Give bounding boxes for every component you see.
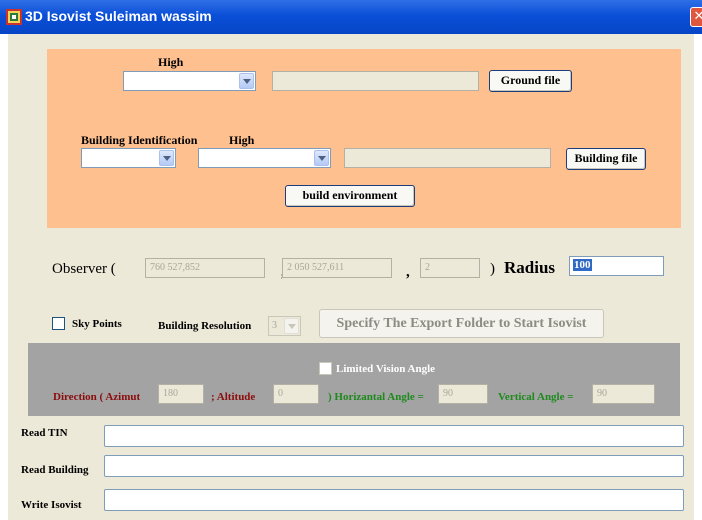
radius-label: Radius — [504, 258, 556, 277]
chevron-down-icon[interactable] — [314, 150, 329, 166]
radius-value: 100 — [573, 259, 592, 271]
limited-vision-label: Limited Vision Angle — [336, 363, 436, 375]
observer-x-field[interactable]: 760 527,852 — [145, 258, 265, 278]
building-id-select[interactable] — [81, 148, 176, 168]
window-title: 3D Isovist Suleiman wassim — [25, 8, 212, 24]
altitude-field[interactable]: 0 — [273, 384, 319, 404]
ground-high-select[interactable] — [123, 71, 256, 91]
observer-x-value: 760 527,852 — [150, 262, 200, 273]
direction-value: 180 — [163, 388, 178, 399]
direction-label: Direction ( Azimut — [53, 391, 141, 403]
building-resolution-label: Building Resolution — [158, 320, 252, 332]
chevron-down-icon[interactable] — [239, 73, 254, 89]
vertical-angle-field[interactable]: 90 — [592, 384, 655, 404]
write-isovist-field[interactable] — [104, 489, 684, 511]
read-building-label: Read Building — [21, 464, 89, 476]
building-resolution-select[interactable]: 3 — [268, 316, 301, 336]
horizontal-angle-label: ) Horizantal Angle = — [328, 391, 424, 403]
radius-input[interactable]: 100 — [569, 256, 664, 276]
vision-panel — [28, 343, 680, 416]
direction-field[interactable]: 180 — [158, 384, 204, 404]
export-folder-button[interactable]: Specify The Export Folder to Start Isovi… — [319, 309, 604, 338]
observer-label: Observer ( — [52, 261, 116, 277]
vertical-angle-value: 90 — [597, 388, 607, 399]
observer-close-paren: ) — [490, 261, 495, 277]
building-high-label: High — [229, 133, 255, 147]
read-tin-field[interactable] — [104, 425, 684, 447]
observer-z-value: 2 — [425, 262, 430, 273]
observer-y-value: 2 050 527,611 — [287, 262, 345, 273]
building-high-select[interactable] — [198, 148, 331, 168]
building-file-button[interactable]: Building file — [566, 148, 646, 170]
chevron-down-icon[interactable] — [159, 150, 174, 166]
building-identification-label: Building Identification — [81, 133, 198, 147]
write-isovist-label: Write Isovist — [21, 499, 82, 511]
close-button[interactable]: ✕ — [690, 7, 702, 27]
ground-high-label: High — [158, 55, 184, 69]
observer-separator: , — [406, 264, 410, 280]
limited-vision-checkbox[interactable] — [319, 362, 332, 375]
title-bar: 3D Isovist Suleiman wassim ✕ — [0, 0, 702, 34]
observer-z-field[interactable]: 2 — [420, 258, 480, 278]
building-resolution-value: 3 — [272, 320, 277, 331]
altitude-label: ; Altitude — [211, 391, 256, 403]
read-building-field[interactable] — [104, 455, 684, 477]
build-environment-button[interactable]: build environment — [285, 185, 415, 207]
altitude-value: 0 — [278, 388, 283, 399]
horizontal-angle-field[interactable]: 90 — [438, 384, 488, 404]
vertical-angle-label: Vertical Angle = — [498, 391, 574, 403]
chevron-down-icon[interactable] — [284, 318, 299, 334]
observer-y-field[interactable]: 2 050 527,611 — [282, 258, 392, 278]
horizontal-angle-value: 90 — [443, 388, 453, 399]
read-tin-label: Read TIN — [21, 427, 68, 439]
ground-file-path — [272, 71, 479, 91]
building-file-path — [344, 148, 551, 168]
sky-points-checkbox[interactable] — [52, 317, 65, 330]
app-icon — [6, 9, 22, 25]
ground-file-button[interactable]: Ground file — [489, 70, 572, 92]
sky-points-label: Sky Points — [72, 318, 122, 330]
